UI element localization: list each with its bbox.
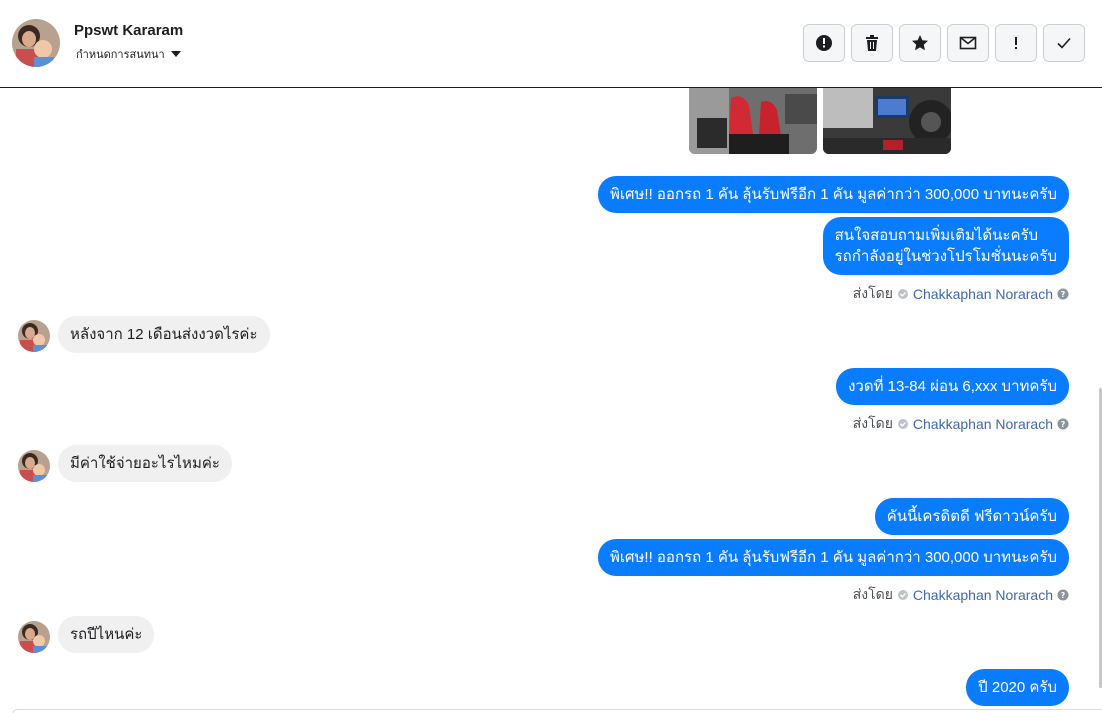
agent-name-link[interactable]: Chakkaphan Norarach (913, 286, 1053, 302)
message-composer[interactable] (12, 709, 1102, 713)
help-icon[interactable]: ? (1057, 418, 1069, 430)
inbox-conversation-window: Ppswt Kararam กำหนดการสนทนา พิเศษ!! ออกร… (0, 0, 1102, 713)
outgoing-message[interactable]: สนใจสอบถามเพิ่มเติมได้นะครับ รถกำลังอยู่… (822, 217, 1069, 275)
message-thread: พิเศษ!! ออกรถ 1 คัน ลุ้นรับฟรีอีก 1 คัน … (0, 88, 1102, 710)
message-text: ปี 2020 ครับ (978, 679, 1057, 696)
conversation-toolbar (803, 24, 1085, 62)
help-icon[interactable]: ? (1057, 589, 1069, 601)
contact-avatar[interactable] (12, 19, 60, 67)
sent-by-line: ส่งโดย Chakkaphan Norarach ? (853, 413, 1069, 435)
contact-avatar-small (18, 320, 50, 352)
message-text: รถกำลังอยู่ในช่วงโปรโมชั่นนะครับ (834, 248, 1057, 265)
svg-text:?: ? (1061, 591, 1066, 600)
sent-by-line: ส่งโดย Chakkaphan Norarach ? (853, 584, 1069, 606)
verified-icon (897, 289, 908, 299)
star-button[interactable] (899, 24, 941, 62)
conversation-label-text: กำหนดการสนทนา (76, 49, 165, 61)
outgoing-message[interactable]: พิเศษ!! ออกรถ 1 คัน ลุ้นรับฟรีอีก 1 คัน … (598, 176, 1069, 213)
star-icon (912, 35, 928, 51)
sent-by-prefix: ส่งโดย (852, 415, 893, 431)
contact-name[interactable]: Ppswt Kararam (74, 22, 183, 39)
car-dashboard-photo[interactable] (823, 88, 951, 154)
caret-down-icon (170, 51, 181, 57)
help-icon[interactable]: ? (1057, 288, 1069, 300)
sent-by-prefix: ส่งโดย (852, 586, 893, 602)
verified-icon (897, 419, 908, 429)
follow-up-button[interactable] (995, 24, 1037, 62)
message-text: พิเศษ!! ออกรถ 1 คัน ลุ้นรับฟรีอีก 1 คัน … (610, 186, 1057, 203)
incoming-message[interactable]: รถปีไหนค่ะ (58, 616, 155, 653)
trash-icon (866, 35, 878, 51)
car-interior-photo[interactable] (689, 88, 817, 154)
envelope-icon (959, 36, 977, 50)
sent-by-prefix: ส่งโดย (852, 285, 893, 301)
message-text: พิเศษ!! ออกรถ 1 คัน ลุ้นรับฟรีอีก 1 คัน … (610, 549, 1057, 566)
incoming-message[interactable]: หลังจาก 12 เดือนส่งงวดไรค่ะ (58, 316, 270, 353)
sent-by-line: ส่งโดย Chakkaphan Norarach ? (853, 283, 1069, 305)
svg-text:?: ? (1061, 420, 1066, 429)
outgoing-message[interactable]: คันนี้เครดิตดี ฟรีดาวน์ครับ (874, 498, 1069, 535)
message-text: คันนี้เครดิตดี ฟรีดาวน์ครับ (886, 508, 1057, 525)
mark-done-button[interactable] (1043, 24, 1085, 62)
message-text: มีค่าใช้จ่ายอะไรไหมค่ะ (70, 455, 220, 472)
outgoing-message[interactable]: งวดที่ 13-84 ผ่อน 6,xxx บาทครับ (836, 368, 1069, 405)
incoming-message[interactable]: มีค่าใช้จ่ายอะไรไหมค่ะ (58, 445, 232, 482)
verified-icon (897, 590, 908, 600)
report-spam-button[interactable] (803, 24, 845, 62)
contact-avatar-small (18, 450, 50, 482)
agent-name-link[interactable]: Chakkaphan Norarach (913, 587, 1053, 603)
svg-text:?: ? (1061, 290, 1066, 299)
delete-button[interactable] (851, 24, 893, 62)
conversation-header: Ppswt Kararam กำหนดการสนทนา (0, 0, 1102, 88)
alert-circle-icon (816, 35, 832, 51)
message-text: งวดที่ 13-84 ผ่อน 6,xxx บาทครับ (848, 378, 1057, 395)
conversation-label-dropdown[interactable]: กำหนดการสนทนา (76, 45, 181, 63)
outgoing-message[interactable]: ปี 2020 ครับ (966, 669, 1069, 706)
mark-unread-button[interactable] (947, 24, 989, 62)
message-text: สนใจสอบถามเพิ่มเติมได้นะครับ (834, 227, 1039, 244)
outgoing-message[interactable]: พิเศษ!! ออกรถ 1 คัน ลุ้นรับฟรีอีก 1 คัน … (598, 539, 1069, 576)
check-icon (1057, 37, 1071, 49)
message-text: หลังจาก 12 เดือนส่งงวดไรค่ะ (70, 326, 258, 343)
agent-name-link[interactable]: Chakkaphan Norarach (913, 416, 1053, 432)
contact-avatar-small (18, 621, 50, 653)
exclamation-icon (1015, 37, 1017, 49)
message-text: รถปีไหนค่ะ (70, 626, 143, 643)
